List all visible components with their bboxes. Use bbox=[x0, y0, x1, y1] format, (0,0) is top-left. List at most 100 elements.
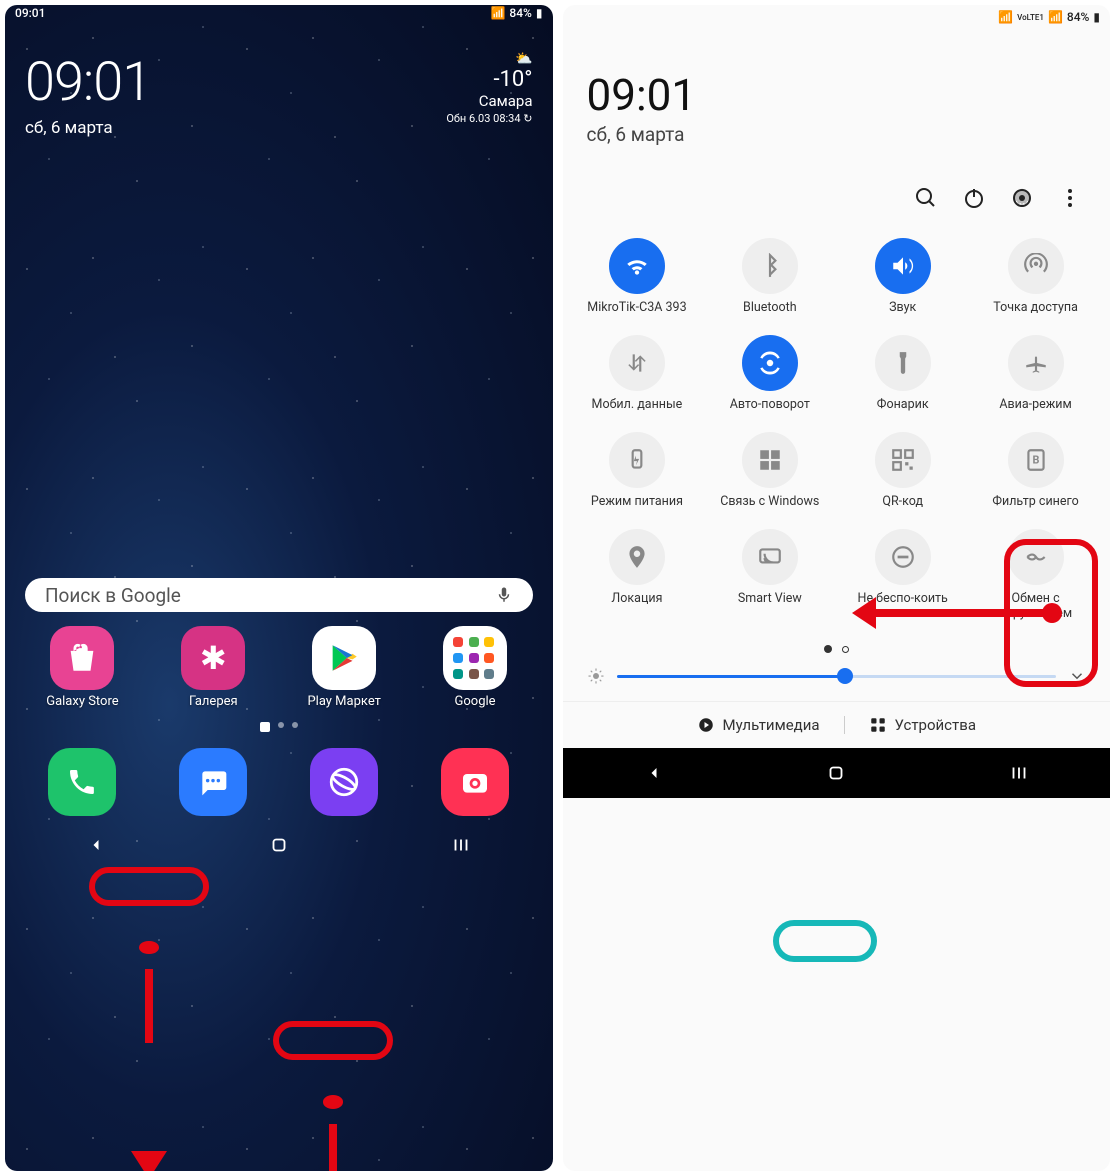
panel-toolbar bbox=[563, 156, 1111, 220]
nav-recents-button[interactable] bbox=[1006, 760, 1032, 786]
volte-label: VoLTE1 bbox=[1017, 13, 1044, 22]
tile-bluetooth[interactable]: Bluetooth bbox=[707, 232, 832, 321]
nav-recents-button[interactable] bbox=[448, 832, 474, 858]
app-galaxy-store[interactable]: Galaxy Store bbox=[32, 626, 132, 710]
panel-date: сб, 6 марта bbox=[587, 123, 1087, 146]
qr-icon bbox=[875, 432, 931, 488]
nav-back-button[interactable] bbox=[83, 832, 109, 858]
dock-internet[interactable] bbox=[310, 748, 378, 816]
tile-hotspot[interactable]: Точка доступа bbox=[973, 232, 1098, 321]
status-time: 09:01 bbox=[15, 6, 45, 20]
app-play-store[interactable]: Play Маркет bbox=[294, 626, 394, 710]
devices-button[interactable]: Устройства bbox=[869, 716, 976, 734]
tile-bluefilter[interactable]: B Фильтр синего bbox=[973, 426, 1098, 515]
tile-sound[interactable]: Звук bbox=[840, 232, 965, 321]
tiles-grid: MikroTik-C3A 393 Bluetooth Звук Точка до… bbox=[563, 220, 1111, 639]
annotation-callout-left bbox=[89, 867, 209, 906]
brightness-icon bbox=[587, 667, 605, 685]
weather-icon: ⛅ bbox=[446, 51, 532, 67]
dock-messages[interactable] bbox=[179, 748, 247, 816]
status-bar[interactable]: 09:01 📶 84% ▮ bbox=[5, 5, 553, 21]
separator bbox=[844, 716, 845, 734]
gear-icon[interactable] bbox=[1010, 186, 1034, 210]
location-icon bbox=[609, 529, 665, 585]
annotation-arrow-stem bbox=[329, 1124, 337, 1171]
chevron-down-icon[interactable] bbox=[1068, 667, 1086, 685]
tile-wifi[interactable]: MikroTik-C3A 393 bbox=[575, 232, 700, 321]
tile-mobiledata[interactable]: Мобил. данные bbox=[575, 329, 700, 418]
nav-bar bbox=[5, 828, 553, 862]
search-icon[interactable] bbox=[914, 186, 938, 210]
annotation-arrow-stem bbox=[145, 969, 153, 1043]
brightness-thumb[interactable] bbox=[837, 668, 853, 684]
status-bar[interactable]: 📶 VoLTE1 📶 84% ▮ bbox=[563, 5, 1111, 29]
rotate-icon bbox=[742, 335, 798, 391]
airplane-icon bbox=[1008, 335, 1064, 391]
devices-icon bbox=[869, 716, 887, 734]
media-button[interactable]: Мультимедиа bbox=[697, 716, 820, 734]
app-gallery[interactable]: ✱ Галерея bbox=[163, 626, 263, 710]
weather-updated: Обн 6.03 08:34 ↻ bbox=[446, 112, 532, 125]
battery-icon: ▮ bbox=[1093, 10, 1100, 24]
windows-icon bbox=[742, 432, 798, 488]
battery-icon: ▮ bbox=[536, 6, 543, 20]
wifi-icon bbox=[609, 238, 665, 294]
tile-qr[interactable]: QR-код bbox=[840, 426, 965, 515]
hotspot-icon bbox=[1008, 238, 1064, 294]
dnd-icon bbox=[875, 529, 931, 585]
home-screen: 09:01 📶 84% ▮ 09:01 сб, 6 марта ⛅ -10° С… bbox=[5, 5, 553, 1171]
quick-settings-panel: 📶 VoLTE1 📶 84% ▮ 09:01 сб, 6 марта Mikro… bbox=[563, 5, 1111, 1171]
weather-city: Самара bbox=[446, 92, 532, 110]
power-icon[interactable] bbox=[962, 186, 986, 210]
annotation-dot bbox=[139, 941, 159, 955]
clock-date: сб, 6 марта bbox=[25, 118, 151, 138]
tile-airplane[interactable]: Авиа-режим bbox=[973, 329, 1098, 418]
status-battery: 84% bbox=[1067, 10, 1089, 24]
status-sig-icon: 📶 bbox=[490, 6, 505, 20]
brightness-slider[interactable] bbox=[617, 675, 1057, 678]
tile-share[interactable]: Обмен с окружением bbox=[973, 523, 1098, 627]
mobiledata-icon bbox=[609, 335, 665, 391]
play-circle-icon bbox=[697, 716, 715, 734]
tiles-page-indicator[interactable] bbox=[563, 639, 1111, 663]
status-battery: 84% bbox=[509, 6, 531, 20]
app-google-folder[interactable]: Google bbox=[425, 626, 525, 710]
tile-rotate[interactable]: Авто-поворот bbox=[707, 329, 832, 418]
tile-dnd[interactable]: Не беспо-коить bbox=[840, 523, 965, 627]
tile-smartview[interactable]: Smart View bbox=[707, 523, 832, 627]
panel-time: 09:01 bbox=[587, 69, 1087, 121]
tile-windows[interactable]: Связь с Windows bbox=[707, 426, 832, 515]
signal-icon: 📶 bbox=[1048, 10, 1063, 24]
bottom-bar: Мультимедиа Устройства bbox=[563, 701, 1111, 748]
tile-powersave[interactable]: Режим питания bbox=[575, 426, 700, 515]
flashlight-icon bbox=[875, 335, 931, 391]
smartview-icon bbox=[742, 529, 798, 585]
weather-temp: -10° bbox=[446, 67, 532, 92]
weather-widget[interactable]: ⛅ -10° Самара Обн 6.03 08:34 ↻ bbox=[446, 51, 532, 125]
more-icon[interactable] bbox=[1058, 186, 1082, 210]
mic-icon[interactable] bbox=[495, 583, 513, 607]
tile-location[interactable]: Локация bbox=[575, 523, 700, 627]
page-dot-active bbox=[824, 645, 832, 653]
bluetooth-icon bbox=[742, 238, 798, 294]
clock-widget[interactable]: 09:01 сб, 6 марта ⛅ -10° Самара Обн 6.03… bbox=[5, 21, 553, 148]
dock-phone[interactable] bbox=[48, 748, 116, 816]
panel-header: 09:01 сб, 6 марта bbox=[563, 29, 1111, 156]
dock-camera[interactable] bbox=[441, 748, 509, 816]
app-row: Galaxy Store ✱ Галерея Play Маркет Googl… bbox=[5, 612, 553, 710]
nav-bar bbox=[563, 748, 1111, 798]
nav-home-button[interactable] bbox=[823, 760, 849, 786]
sound-icon bbox=[875, 238, 931, 294]
share-icon bbox=[1008, 529, 1064, 585]
page-dot bbox=[842, 646, 849, 653]
tile-flashlight[interactable]: Фонарик bbox=[840, 329, 965, 418]
brightness-slider-row bbox=[563, 663, 1111, 701]
home-page-indicator[interactable] bbox=[5, 710, 553, 740]
google-search-bar[interactable]: Поиск в Google bbox=[25, 578, 533, 612]
svg-text:B: B bbox=[1032, 453, 1039, 466]
bluefilter-icon: B bbox=[1008, 432, 1064, 488]
annotation-callout-right bbox=[273, 1021, 393, 1060]
nav-home-button[interactable] bbox=[266, 832, 292, 858]
dock bbox=[5, 740, 553, 828]
nav-back-button[interactable] bbox=[641, 760, 667, 786]
